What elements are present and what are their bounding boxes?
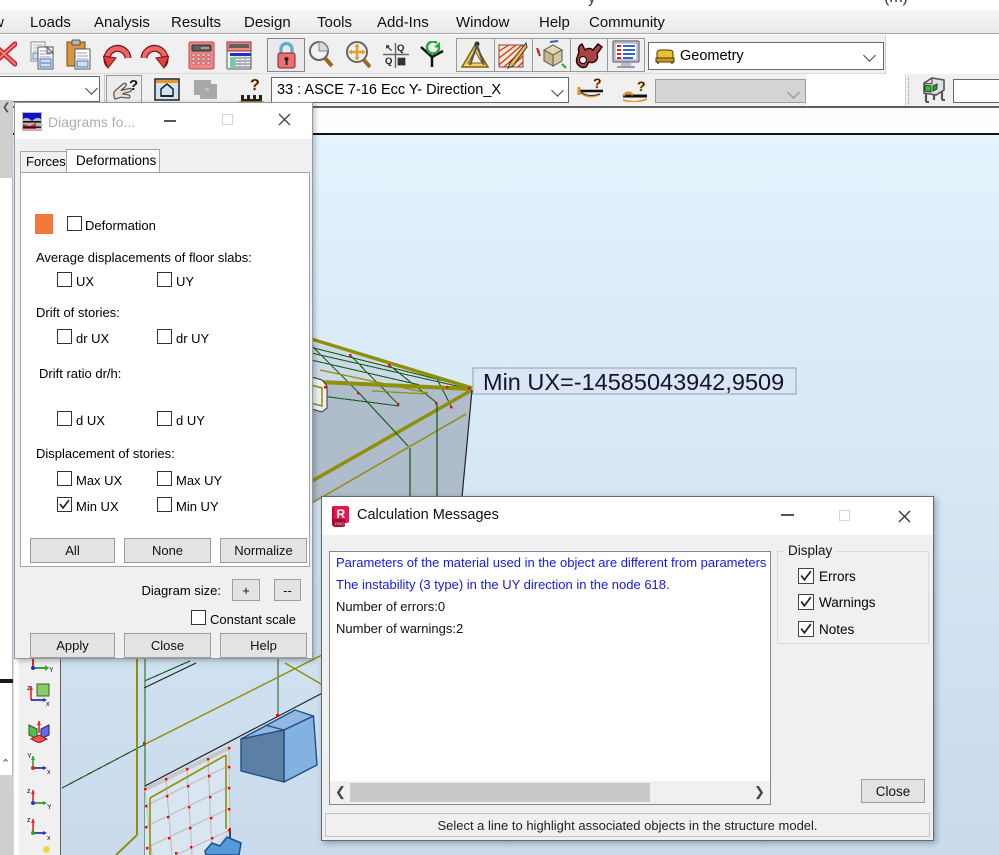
svg-text:Y: Y: [27, 753, 32, 760]
svg-text:z: z: [27, 685, 31, 692]
svg-text:?: ?: [637, 79, 646, 94]
svg-text:z: z: [27, 817, 31, 824]
svg-text:Q: Q: [385, 56, 392, 67]
svg-text:x: x: [46, 701, 50, 706]
svg-text:Q: Q: [397, 43, 404, 54]
svg-text:z: z: [27, 788, 31, 795]
svg-text:x: x: [47, 769, 51, 774]
svg-text:Min UX=-14585043942,9509: Min UX=-14585043942,9509: [483, 369, 784, 395]
svg-text:PRO: PRO: [335, 522, 345, 527]
svg-text:?: ?: [593, 77, 602, 91]
svg-text:R: R: [337, 507, 346, 521]
svg-text:↖: ↖: [385, 43, 393, 54]
svg-text:?: ?: [250, 77, 260, 94]
svg-text:Y: Y: [49, 667, 53, 672]
svg-text:Y: Y: [47, 804, 51, 809]
svg-text:▩: ▩: [397, 56, 406, 67]
svg-text:?: ?: [129, 77, 138, 94]
svg-text:x: x: [47, 835, 51, 840]
